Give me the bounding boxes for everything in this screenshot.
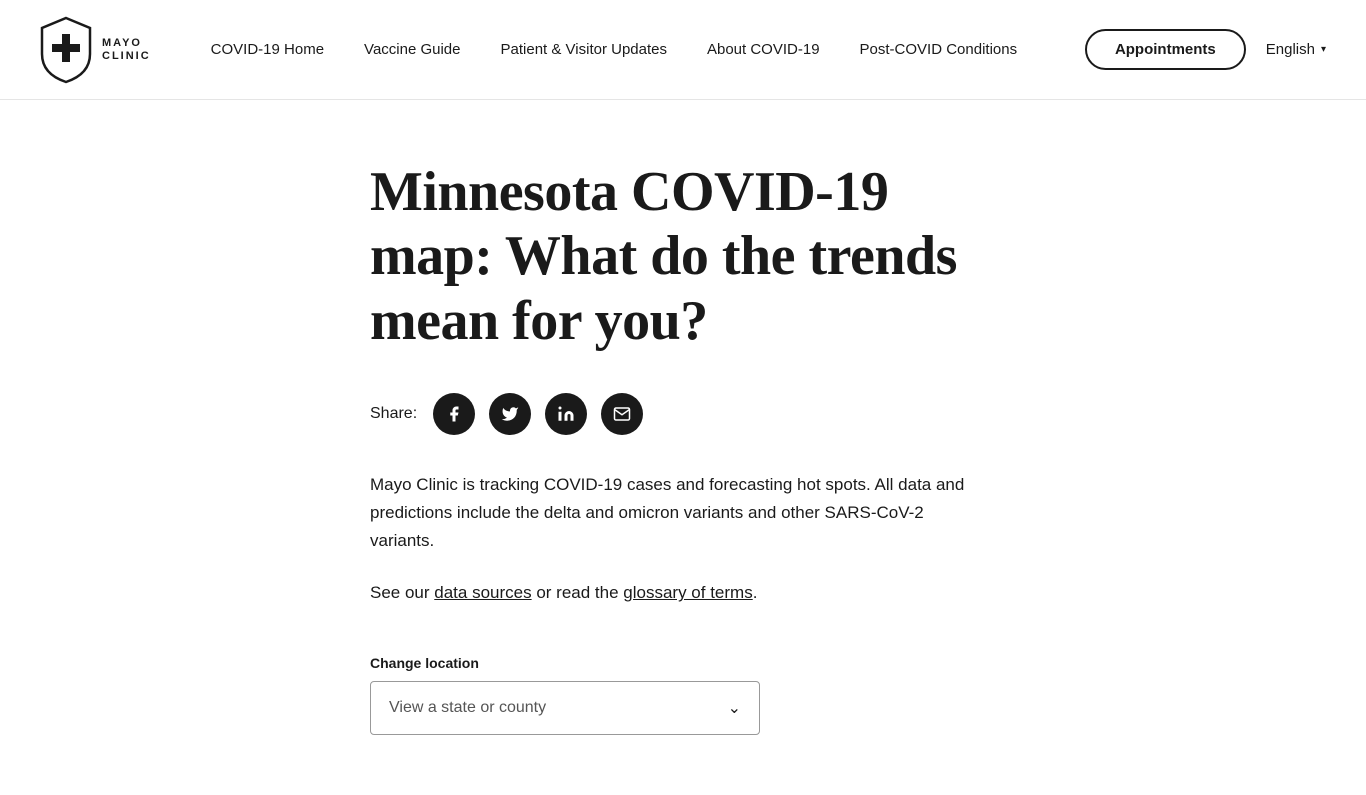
share-facebook-button[interactable]: [433, 393, 475, 435]
header-right: Appointments English ▾: [1085, 29, 1326, 70]
share-email-button[interactable]: [601, 393, 643, 435]
change-location-label: Change location: [370, 655, 1326, 671]
logo[interactable]: MAYO CLINIC: [40, 16, 151, 84]
share-twitter-button[interactable]: [489, 393, 531, 435]
body-text: Mayo Clinic is tracking COVID-19 cases a…: [370, 471, 970, 555]
location-select-dropdown[interactable]: View a state or county ⌄: [370, 681, 760, 735]
share-row: Share:: [370, 393, 1326, 435]
see-our-text: See our data sources or read the glossar…: [370, 579, 970, 607]
twitter-icon: [501, 405, 519, 423]
nav-post-covid[interactable]: Post-COVID Conditions: [860, 41, 1018, 58]
logo-text: MAYO CLINIC: [102, 37, 151, 61]
linkedin-icon: [557, 405, 575, 423]
email-icon: [613, 405, 631, 423]
nav-vaccine-guide[interactable]: Vaccine Guide: [364, 41, 460, 58]
page-title: Minnesota COVID-19 map: What do the tren…: [370, 160, 990, 353]
share-label: Share:: [370, 405, 417, 423]
language-label: English: [1266, 41, 1315, 58]
share-linkedin-button[interactable]: [545, 393, 587, 435]
main-nav: COVID-19 Home Vaccine Guide Patient & Vi…: [211, 41, 1085, 58]
main-content: Minnesota COVID-19 map: What do the tren…: [0, 100, 1366, 795]
nav-covid-home[interactable]: COVID-19 Home: [211, 41, 324, 58]
facebook-icon: [445, 405, 463, 423]
language-chevron-icon: ▾: [1321, 44, 1326, 55]
appointments-button[interactable]: Appointments: [1085, 29, 1246, 70]
location-chevron-icon: ⌄: [728, 698, 741, 718]
change-location-section: Change location View a state or county ⌄: [370, 655, 1326, 735]
nav-patient-visitor[interactable]: Patient & Visitor Updates: [501, 41, 667, 58]
location-select-placeholder: View a state or county: [389, 699, 546, 717]
share-icons: [433, 393, 643, 435]
site-header: MAYO CLINIC COVID-19 Home Vaccine Guide …: [0, 0, 1366, 100]
mayo-clinic-logo-icon: [40, 16, 92, 84]
nav-about-covid[interactable]: About COVID-19: [707, 41, 820, 58]
data-sources-link[interactable]: data sources: [434, 583, 531, 602]
language-selector[interactable]: English ▾: [1266, 41, 1326, 58]
glossary-link[interactable]: glossary of terms: [623, 583, 752, 602]
